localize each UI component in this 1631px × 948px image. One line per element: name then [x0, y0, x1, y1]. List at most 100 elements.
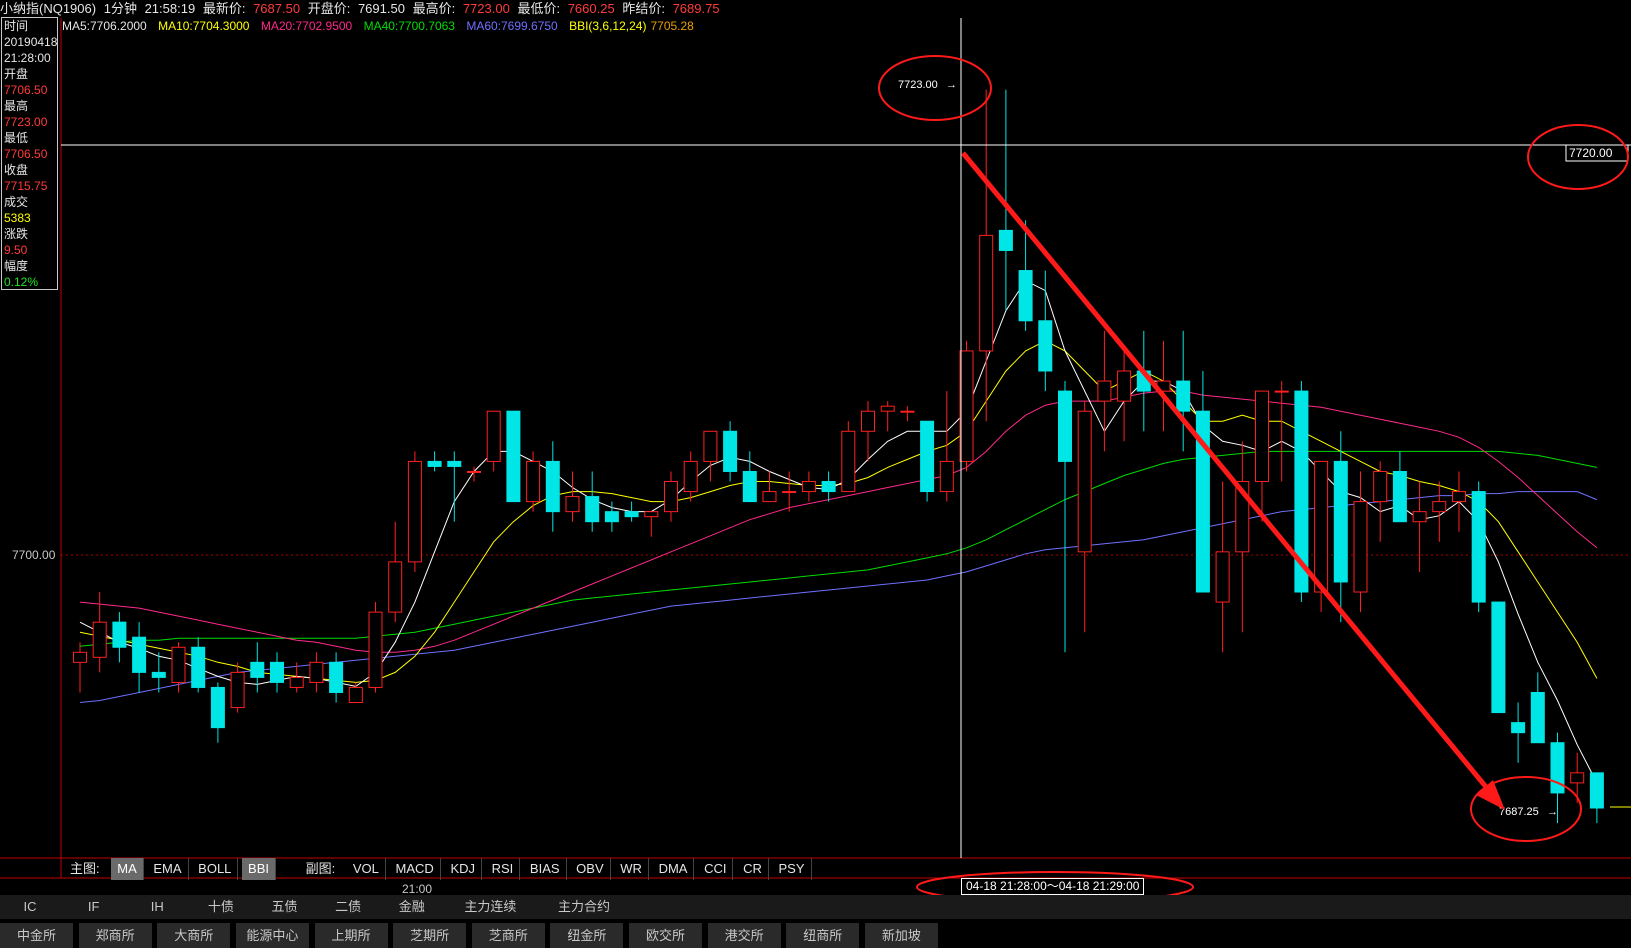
indicator-tabs: 主图: MA EMA BOLL BBI 副图: VOL MACD KDJ RSI…	[62, 858, 812, 880]
exchange-cffex[interactable]: 中金所	[0, 923, 73, 948]
tab-vol[interactable]: VOL	[347, 858, 386, 880]
candlestick-chart[interactable]: 7700.00 7720.00 7723.00 → 7687.25 →	[0, 0, 1631, 948]
x-tick-2100: 21:00	[402, 882, 433, 896]
trend-arrow-head-icon	[1476, 780, 1505, 810]
candle-up	[1432, 501, 1447, 513]
tab-ma[interactable]: MA	[111, 858, 144, 880]
category-10y-bond[interactable]: 十债	[191, 895, 251, 919]
tab-obv[interactable]: OBV	[570, 858, 611, 880]
candle-up	[979, 234, 994, 352]
candle-down	[151, 671, 166, 678]
info-open-label: 开盘	[4, 67, 29, 81]
info-volume-label: 成交	[4, 195, 29, 209]
crosshair-time-range: 04-18 21:28:00〜04-18 21:29:00	[961, 878, 1145, 895]
candle-up	[1373, 470, 1388, 503]
tab-macd[interactable]: MACD	[390, 858, 441, 880]
tab-ema[interactable]: EMA	[147, 858, 189, 880]
exchange-sgx[interactable]: 新加坡	[864, 923, 938, 948]
category-main-continuous[interactable]: 主力连续	[445, 895, 535, 919]
category-5y-bond[interactable]: 五债	[255, 895, 315, 919]
candle-down	[447, 460, 462, 467]
exchange-ine[interactable]: 能源中心	[235, 923, 309, 948]
tab-rsi[interactable]: RSI	[486, 858, 521, 880]
candle-up	[289, 676, 304, 688]
category-if[interactable]: IF	[64, 895, 124, 919]
info-change: 9.50	[4, 243, 28, 257]
candle-up	[801, 481, 816, 493]
tab-kdj[interactable]: KDJ	[444, 858, 482, 880]
candle-down	[250, 661, 265, 678]
info-low: 7706.50	[4, 147, 48, 161]
ma40-line	[79, 450, 1597, 647]
tab-bias[interactable]: BIAS	[524, 858, 567, 880]
candle-up	[230, 671, 245, 709]
tab-psy[interactable]: PSY	[773, 858, 812, 880]
ma10-line	[79, 340, 1598, 683]
candle-down	[427, 460, 442, 467]
tab-wr[interactable]: WR	[614, 858, 649, 880]
candle-up	[486, 410, 501, 462]
candle-down	[742, 470, 757, 503]
info-close: 7715.75	[4, 179, 48, 193]
candle-up	[762, 491, 777, 503]
candle-down	[112, 621, 127, 648]
candle-up	[939, 460, 954, 493]
tab-dma[interactable]: DMA	[653, 858, 695, 880]
candle-up	[664, 481, 678, 513]
exchange-comex[interactable]: 纽金所	[550, 923, 624, 948]
info-volume: 5383	[4, 211, 31, 225]
exchange-dce[interactable]: 大商所	[157, 923, 231, 948]
candle-up	[683, 460, 698, 493]
category-finance[interactable]: 金融	[382, 895, 442, 919]
candle-up	[1274, 390, 1289, 393]
info-date: 20190418	[4, 35, 58, 49]
category-ih[interactable]: IH	[127, 895, 187, 919]
ma5-line	[79, 279, 1598, 784]
exchange-ice[interactable]: 欧交所	[629, 923, 702, 948]
candle-down	[506, 410, 521, 503]
exchange-cbot[interactable]: 芝期所	[393, 923, 467, 948]
y-tick-7700: 7700.00	[12, 548, 56, 562]
candle-up	[348, 686, 363, 704]
candle-down	[723, 430, 738, 472]
candle-down	[1038, 320, 1053, 372]
main-chart-label: 主图:	[70, 861, 100, 876]
tab-bbi[interactable]: BBI	[242, 858, 277, 880]
high-arrow-icon: →	[946, 79, 957, 91]
category-2y-bond[interactable]: 二债	[318, 895, 378, 919]
exchange-czce[interactable]: 郑商所	[78, 923, 152, 948]
exchange-hkex[interactable]: 港交所	[707, 923, 781, 948]
info-amplitude-label: 幅度	[4, 259, 29, 273]
candle-down	[585, 496, 600, 523]
exchange-nymex[interactable]: 纽商所	[786, 923, 860, 948]
candle-down	[1018, 270, 1033, 322]
exchange-cme[interactable]: 芝商所	[471, 923, 545, 948]
candle-up	[73, 651, 87, 663]
info-amplitude: 0.12%	[4, 275, 39, 289]
candle-up	[782, 491, 797, 494]
candle-up	[1452, 491, 1466, 503]
candle-up	[565, 496, 580, 513]
sub-chart-label: 副图:	[305, 861, 336, 876]
last-price-marker: 7687.25	[1499, 806, 1539, 818]
info-time-label: 时间	[4, 19, 29, 33]
candle-down	[624, 511, 639, 518]
candle-up	[1097, 380, 1112, 402]
candle-up	[959, 350, 974, 462]
candle-up	[861, 410, 875, 432]
candle-down	[1176, 380, 1191, 412]
candle-down	[1511, 722, 1526, 734]
candle-down	[210, 686, 225, 729]
category-ic[interactable]: IC	[0, 895, 60, 919]
exchange-shfe[interactable]: 上期所	[314, 923, 388, 948]
candle-up	[1117, 370, 1132, 402]
category-main-contract[interactable]: 主力合约	[539, 895, 629, 919]
ma60-line	[79, 491, 1598, 703]
tab-boll[interactable]: BOLL	[192, 858, 239, 880]
info-high-label: 最高	[4, 99, 29, 113]
info-change-label: 涨跌	[4, 227, 29, 241]
candle-up	[1353, 501, 1368, 593]
tab-cci[interactable]: CCI	[698, 858, 734, 880]
candle-down	[132, 636, 147, 673]
tab-cr[interactable]: CR	[737, 858, 769, 880]
